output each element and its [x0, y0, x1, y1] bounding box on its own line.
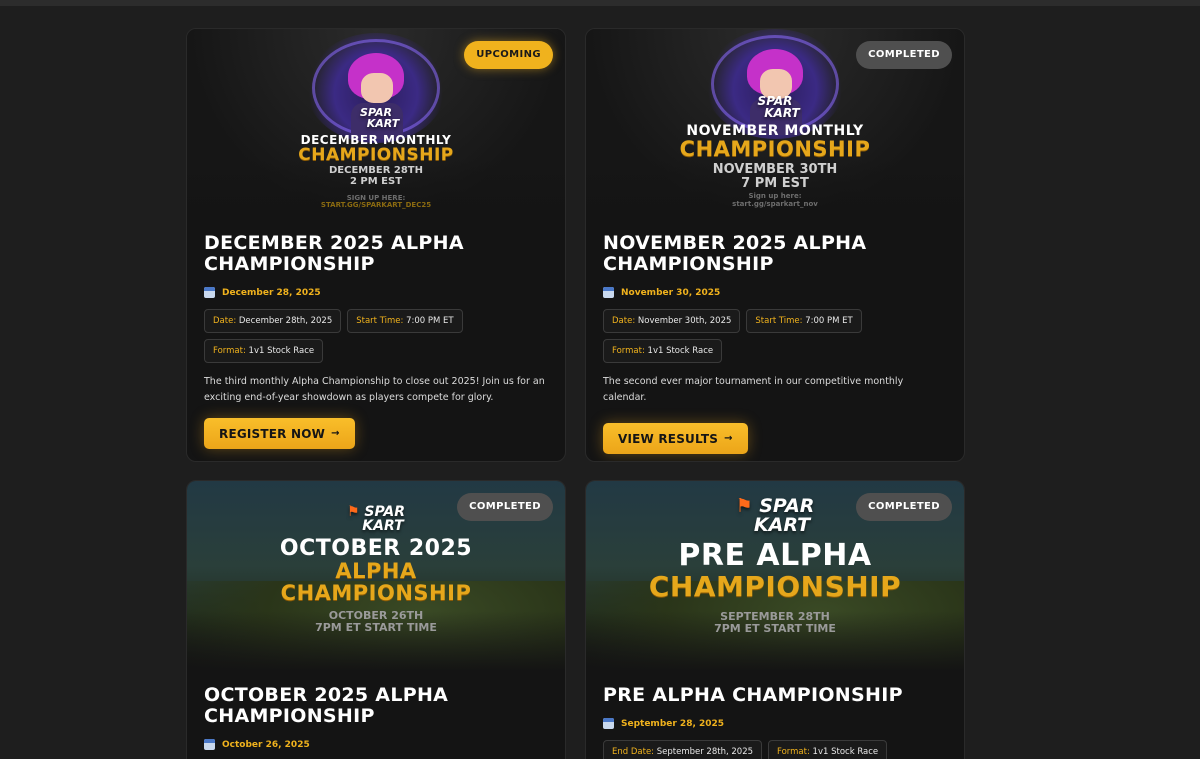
- arrow-right-icon: →: [331, 428, 340, 439]
- date-chip: Date: December 28th, 2025: [204, 309, 342, 333]
- date-chip: Date: November 30th, 2025: [603, 309, 741, 333]
- format-chip: Format: 1v1 Stock Race: [204, 339, 324, 363]
- card-date: September 28, 2025: [603, 718, 947, 729]
- banner-title-line2: ALPHA: [335, 559, 417, 583]
- sparkart-logo: SPAR KART: [757, 94, 800, 120]
- banner-title-line1: PRE ALPHA: [678, 538, 872, 573]
- format-chip: Format: 1v1 Stock Race: [768, 740, 888, 759]
- card-banner: ⚑ SPAR KART OCTOBER 2025 ALPHA CHAMPIONS…: [187, 481, 565, 671]
- card-title: OCTOBER 2025 ALPHA CHAMPIONSHIP: [204, 684, 449, 727]
- browser-top-strip: [0, 0, 1200, 6]
- calendar-icon: [204, 739, 215, 750]
- view-results-button[interactable]: VIEW RESULTS →: [603, 423, 748, 454]
- banner-date-line: DECEMBER 28TH: [329, 165, 423, 176]
- sparkart-logo: SPAR KART: [360, 106, 400, 130]
- tournament-card-december[interactable]: SPAR KART DECEMBER MONTHLY CHAMPIONSHIP …: [186, 28, 566, 462]
- banner-title-line3: CHAMPIONSHIP: [280, 581, 472, 605]
- banner-title-line2: CHAMPIONSHIP: [648, 570, 902, 603]
- arrow-right-icon: →: [724, 433, 733, 444]
- banner-date-line: SEPTEMBER 28TH: [720, 610, 830, 623]
- status-badge: COMPLETED: [856, 41, 952, 69]
- card-title: PRE ALPHA CHAMPIONSHIP: [603, 684, 903, 706]
- banner-title-line1: OCTOBER 2025: [279, 536, 473, 561]
- card-date: October 26, 2025: [204, 739, 548, 750]
- end-date-chip: End Date: September 28th, 2025: [603, 740, 763, 759]
- tournament-card-october[interactable]: ⚑ SPAR KART OCTOBER 2025 ALPHA CHAMPIONS…: [186, 480, 566, 759]
- start-time-chip: Start Time: 7:00 PM ET: [347, 309, 463, 333]
- card-banner: SPAR KART NOVEMBER MONTHLY CHAMPIONSHIP …: [586, 29, 964, 219]
- sparkart-logo: ⚑ SPAR KART: [735, 495, 815, 536]
- banner-championship-line: CHAMPIONSHIP: [679, 137, 871, 161]
- status-badge: COMPLETED: [457, 493, 553, 521]
- calendar-icon: [603, 287, 614, 298]
- banner-signup-url: start.gg/sparkart_nov: [732, 199, 818, 208]
- banner-time-line: 2 PM EST: [349, 175, 403, 187]
- card-date: December 28, 2025: [204, 287, 548, 298]
- banner-championship-line: CHAMPIONSHIP: [298, 145, 454, 165]
- banner-month-line: NOVEMBER MONTHLY: [686, 123, 864, 139]
- calendar-icon: [204, 287, 215, 298]
- card-description: The second ever major tournament in our …: [603, 376, 904, 403]
- status-badge: UPCOMING: [464, 41, 553, 69]
- sparkart-logo: ⚑ SPAR KART: [346, 504, 406, 534]
- banner-time-line: 7 PM EST: [741, 175, 809, 191]
- status-badge: COMPLETED: [856, 493, 952, 521]
- card-description: The third monthly Alpha Championship to …: [204, 376, 545, 403]
- banner-date-line: OCTOBER 26TH: [328, 609, 424, 622]
- card-title: NOVEMBER 2025 ALPHA CHAMPIONSHIP: [603, 232, 867, 275]
- card-banner: SPAR KART DECEMBER MONTHLY CHAMPIONSHIP …: [187, 29, 565, 219]
- card-details: Date: December 28th, 2025 Start Time: 7:…: [204, 309, 548, 363]
- banner-time-line: 7PM ET START TIME: [714, 621, 836, 635]
- card-details: Date: November 30th, 2025 Start Time: 7:…: [603, 309, 947, 363]
- banner-date-line: NOVEMBER 30TH: [712, 162, 838, 177]
- card-title: DECEMBER 2025 ALPHA CHAMPIONSHIP: [204, 232, 464, 275]
- banner-time-line: 7PM ET START TIME: [315, 620, 437, 634]
- start-time-chip: Start Time: 7:00 PM ET: [746, 309, 862, 333]
- card-date: November 30, 2025: [603, 287, 947, 298]
- calendar-icon: [603, 718, 614, 729]
- tournament-card-pre-alpha[interactable]: ⚑ SPAR KART PRE ALPHA CHAMPIONSHIP SEPTE…: [585, 480, 965, 759]
- format-chip: Format: 1v1 Stock Race: [603, 339, 723, 363]
- card-banner: ⚑ SPAR KART PRE ALPHA CHAMPIONSHIP SEPTE…: [586, 481, 964, 671]
- register-now-button[interactable]: REGISTER NOW →: [204, 418, 355, 449]
- tournament-card-november[interactable]: SPAR KART NOVEMBER MONTHLY CHAMPIONSHIP …: [585, 28, 965, 462]
- card-details: End Date: September 28th, 2025 Format: 1…: [603, 740, 947, 759]
- banner-signup-url: START.GG/SPARKART_DEC25: [320, 201, 432, 210]
